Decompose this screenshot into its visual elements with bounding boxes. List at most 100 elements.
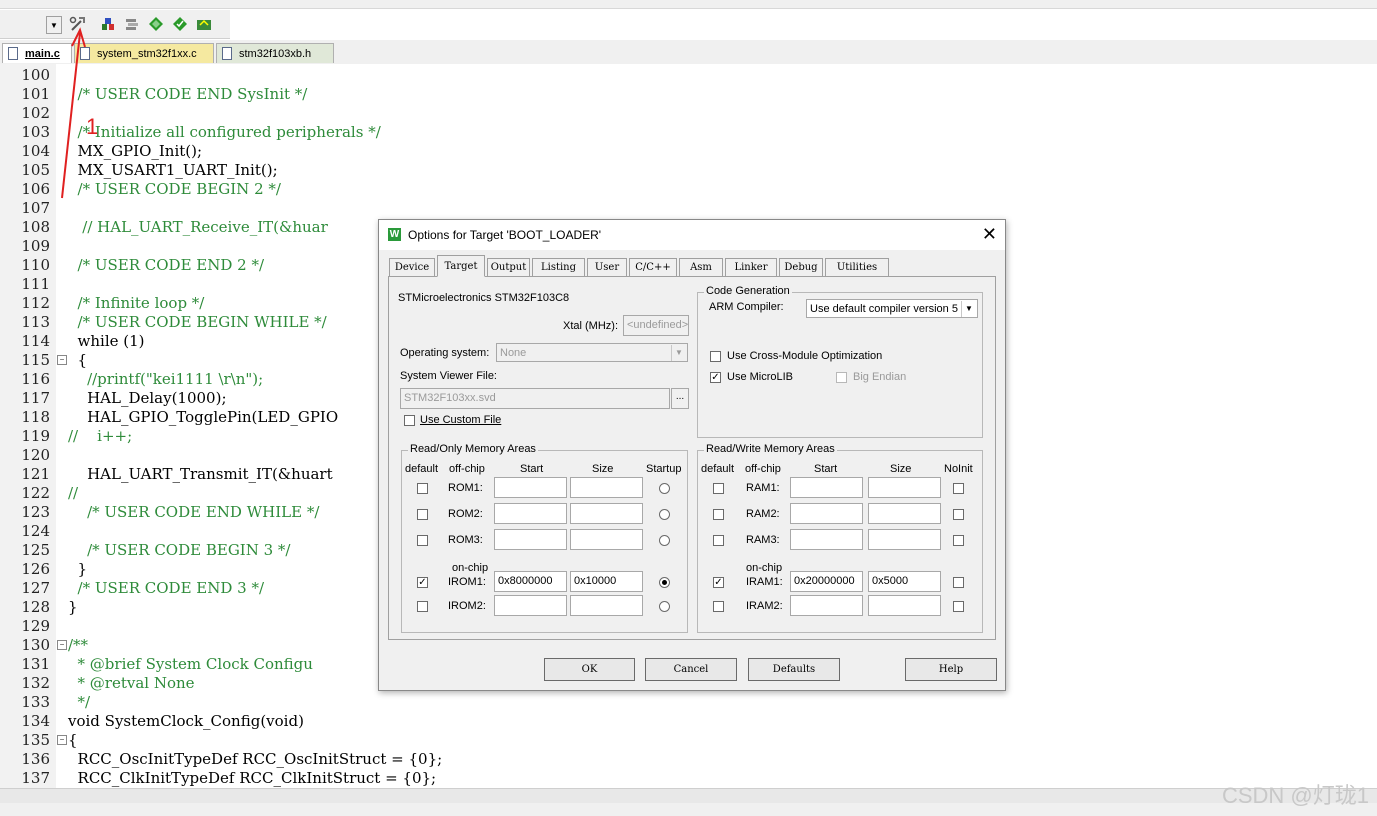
rw-default-checkbox[interactable] (713, 483, 724, 494)
noinit-checkbox[interactable] (953, 577, 964, 588)
rw-default-checkbox[interactable] (713, 509, 724, 520)
ro-size-input[interactable] (570, 529, 643, 550)
noinit-checkbox[interactable] (953, 601, 964, 612)
rw-start-input[interactable] (790, 529, 863, 550)
rw-header-default: default (701, 463, 735, 475)
rw-size-input[interactable] (868, 595, 941, 616)
ro-size-input[interactable]: 0x10000 (570, 571, 643, 592)
ro-start-input[interactable]: 0x8000000 (494, 571, 567, 592)
ro-default-checkbox[interactable] (417, 483, 428, 494)
noinit-checkbox[interactable] (953, 509, 964, 520)
rw-start-input[interactable]: 0x20000000 (790, 571, 863, 592)
big-endian-checkbox[interactable] (836, 372, 847, 383)
rw-on-chip-label: on-chip (746, 562, 783, 574)
tab-target[interactable]: Target (437, 255, 485, 277)
rw-header-noinit: NoInit (944, 463, 973, 475)
ro-default-checkbox[interactable]: ✓ (417, 577, 428, 588)
use-custom-file-label: Use Custom File (420, 414, 502, 426)
use-microlib-label: Use MicroLIB (727, 371, 794, 383)
tab-asm[interactable]: Asm (679, 258, 723, 276)
ro-start-input[interactable] (494, 477, 567, 498)
cancel-button[interactable]: Cancel (645, 658, 737, 681)
startup-radio[interactable] (659, 577, 670, 588)
rw-default-checkbox[interactable] (713, 535, 724, 546)
rw-start-input[interactable] (790, 503, 863, 524)
ro-start-input[interactable] (494, 529, 567, 550)
tab-utilities[interactable]: Utilities (825, 258, 889, 276)
use-custom-file-checkbox[interactable] (404, 415, 415, 426)
operating-system-select[interactable]: None ▼ (496, 343, 688, 362)
rw-header-start: Start (814, 463, 838, 475)
ro-start-input[interactable] (494, 595, 567, 616)
xtal-input[interactable]: <undefined> (623, 315, 689, 336)
rw-start-input[interactable] (790, 595, 863, 616)
tab-output[interactable]: Output (487, 258, 530, 276)
ro-row-label: IROM1: (448, 576, 486, 588)
os-label: Operating system: (400, 347, 490, 359)
ro-default-checkbox[interactable] (417, 509, 428, 520)
chevron-down-icon: ▼ (671, 345, 686, 361)
ro-row-label: ROM1: (448, 482, 483, 494)
ro-default-checkbox[interactable] (417, 601, 428, 612)
rw-row-label: IRAM2: (746, 600, 783, 612)
browse-svf-button[interactable]: ... (671, 388, 689, 409)
noinit-checkbox[interactable] (953, 483, 964, 494)
defaults-button[interactable]: Defaults (748, 658, 840, 681)
ro-default-checkbox[interactable] (417, 535, 428, 546)
rw-default-checkbox[interactable] (713, 601, 724, 612)
ro-header-start: Start (520, 463, 544, 475)
ro-header-off-chip: off-chip (449, 463, 485, 475)
rw-start-input[interactable] (790, 477, 863, 498)
annotation-number-1: 1 (86, 114, 99, 139)
read-write-memory-group: Read/Write Memory Areas default off-chip… (697, 443, 983, 633)
ro-start-input[interactable] (494, 503, 567, 524)
ok-button[interactable]: OK (544, 658, 635, 681)
tab-device[interactable]: Device (389, 258, 435, 276)
rw-header-size: Size (890, 463, 912, 475)
startup-radio[interactable] (659, 509, 670, 520)
rw-size-input[interactable] (868, 529, 941, 550)
arm-compiler-label: ARM Compiler: (709, 301, 784, 313)
read-write-memory-title: Read/Write Memory Areas (704, 443, 837, 455)
cross-module-optimization-label: Use Cross-Module Optimization (727, 350, 883, 362)
big-endian-label: Big Endian (853, 371, 907, 383)
close-icon[interactable]: ✕ (982, 224, 997, 245)
ro-row-label: ROM2: (448, 508, 483, 520)
options-for-target-dialog: W Options for Target 'BOOT_LOADER' ✕ Dev… (378, 219, 1006, 691)
startup-radio[interactable] (659, 483, 670, 494)
use-microlib-checkbox[interactable]: ✓ (710, 372, 721, 383)
noinit-checkbox[interactable] (953, 535, 964, 546)
svf-input[interactable]: STM32F103xx.svd (400, 388, 670, 409)
tab-linker[interactable]: Linker (725, 258, 777, 276)
dialog-title: Options for Target 'BOOT_LOADER' (408, 228, 602, 242)
code-generation-group: Code Generation ARM Compiler: Use defaul… (697, 285, 983, 438)
rw-size-input[interactable] (868, 477, 941, 498)
rw-size-input[interactable]: 0x5000 (868, 571, 941, 592)
ro-size-input[interactable] (570, 595, 643, 616)
ro-row-label: ROM3: (448, 534, 483, 546)
operating-system-value: None (500, 347, 527, 359)
tab-debug[interactable]: Debug (779, 258, 823, 276)
rw-row-label: RAM1: (746, 482, 780, 494)
ro-on-chip-label: on-chip (452, 562, 489, 574)
rw-default-checkbox[interactable]: ✓ (713, 577, 724, 588)
code-generation-title: Code Generation (704, 285, 792, 297)
ro-size-input[interactable] (570, 477, 643, 498)
device-name: STMicroelectronics STM32F103C8 (398, 292, 570, 304)
rw-header-off-chip: off-chip (745, 463, 781, 475)
cross-module-optimization-checkbox[interactable] (710, 351, 721, 362)
tab-listing[interactable]: Listing (532, 258, 585, 276)
tab-user[interactable]: User (587, 258, 627, 276)
dialog-title-bar: W Options for Target 'BOOT_LOADER' ✕ (379, 220, 1005, 250)
tab-c-c-[interactable]: C/C++ (629, 258, 677, 276)
startup-radio[interactable] (659, 601, 670, 612)
arm-compiler-select[interactable]: Use default compiler version 5 ▼ (806, 299, 978, 318)
arm-compiler-value: Use default compiler version 5 (810, 303, 958, 315)
ro-size-input[interactable] (570, 503, 643, 524)
rw-size-input[interactable] (868, 503, 941, 524)
ro-row-label: IROM2: (448, 600, 486, 612)
startup-radio[interactable] (659, 535, 670, 546)
help-button[interactable]: Help (905, 658, 997, 681)
rw-row-label: IRAM1: (746, 576, 783, 588)
keil-app-icon: W (388, 228, 401, 241)
